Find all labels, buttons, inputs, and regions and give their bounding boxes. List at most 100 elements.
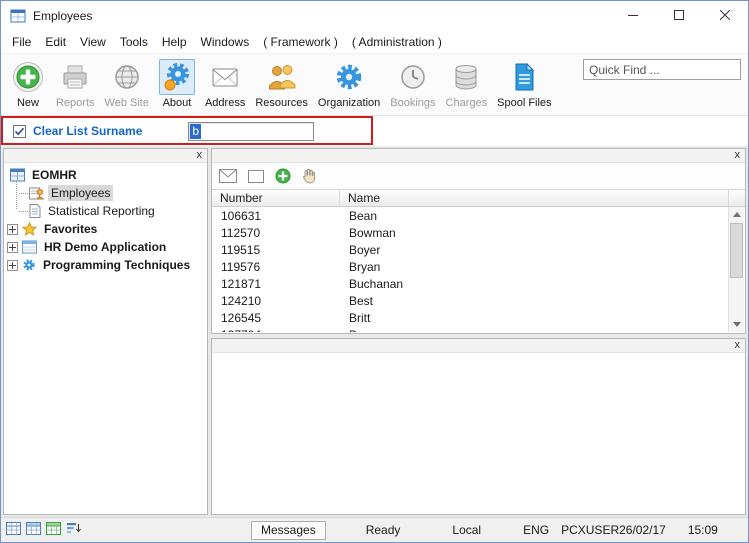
cell-number: 112570 [213,226,341,240]
cell-number: 124210 [213,294,341,308]
menu-item-edit[interactable]: Edit [38,31,73,53]
maximize-button[interactable] [656,1,702,31]
about-icon [159,59,195,95]
scroll-up-button[interactable] [729,207,744,222]
app-icon [10,8,26,24]
toolbar-button-resources[interactable]: Resources [250,59,313,109]
menu-item-framework[interactable]: ( Framework ) [256,31,345,53]
menu-item-windows[interactable]: Windows [194,31,257,53]
column-header-name[interactable]: Name [340,190,729,206]
list-panel-header: x [212,149,745,163]
minimize-button[interactable] [610,1,656,31]
toolbar-label: Bookings [390,97,435,109]
vertical-scrollbar[interactable] [728,207,744,332]
status-datetime: 26/02/17 15:09 [619,523,718,537]
tree-node-eomhr[interactable]: EOMHR [4,166,207,184]
toolbar-label: About [163,97,192,109]
tree-connector [19,211,28,212]
table-row[interactable]: 121871Buchanan [213,275,728,292]
list-header: Number Name [212,190,745,207]
toolbar-button-reports[interactable]: Reports [51,59,100,109]
table-row[interactable]: 119515Boyer [213,241,728,258]
tree-view: EOMHR Employees Statistical Reporting [4,163,207,274]
toolbar-label: Charges [446,97,488,109]
table-row[interactable]: 106631Bean [213,207,728,224]
column-header-number[interactable]: Number [212,190,340,206]
toolbar-button-organization[interactable]: Organization [313,59,385,109]
address-icon [207,59,243,95]
clear-list-checkbox[interactable] [13,125,26,138]
tree-node-programming-techniques[interactable]: Programming Techniques [4,256,207,274]
table-row[interactable]: 112570Bowman [213,224,728,241]
toolbar-button-about[interactable]: About [154,59,200,109]
table-row[interactable]: 127794Brown [213,326,728,332]
tree-node-label: Statistical Reporting [45,203,158,219]
cell-number: 121871 [213,277,341,291]
toolbar-button-new[interactable]: New [5,59,51,109]
email-icon[interactable] [219,169,237,183]
table-row[interactable]: 126545Britt [213,309,728,326]
tree-node-employees[interactable]: Employees [4,184,207,202]
arrow-up-icon [733,212,741,217]
toolbar-button-bookings[interactable]: Bookings [385,59,440,109]
tree-node-hr-demo-application[interactable]: HR Demo Application [4,238,207,256]
toolbar-label: Resources [255,97,308,109]
toolbar-button-address[interactable]: Address [200,59,250,109]
gear-icon [22,258,36,272]
add-record-icon[interactable] [275,168,291,184]
tree-node-label: Employees [48,185,113,201]
menu-item-administration[interactable]: ( Administration ) [345,31,449,53]
table-view-icon[interactable] [26,522,41,538]
cell-name: Best [341,294,373,308]
new-icon [10,59,46,95]
cell-name: Bean [341,209,377,223]
detail-panel: x [211,338,746,515]
surname-input[interactable]: b [188,122,314,141]
app-window: Employees File Edit View Tools Help Wind… [0,0,749,543]
tree-node-favorites[interactable]: Favorites [4,220,207,238]
sort-icon[interactable] [66,522,81,538]
bookings-icon [395,59,431,95]
list-body: 106631Bean 112570Bowman 119515Boyer 1195… [213,207,728,332]
cell-number: 106631 [213,209,341,223]
cell-name: Boyer [341,243,380,257]
menu-item-file[interactable]: File [5,31,38,53]
expand-plus-icon[interactable] [7,224,18,235]
main-area: x EOMHR Employees [1,146,748,517]
menu-item-tools[interactable]: Tools [113,31,155,53]
expand-plus-icon[interactable] [7,260,18,271]
tree-node-statistical-reporting[interactable]: Statistical Reporting [4,202,207,220]
toolbar-button-charges[interactable]: Charges [441,59,493,109]
table-row[interactable]: 124210Best [213,292,728,309]
quick-find-input[interactable] [583,59,741,80]
menu-item-view[interactable]: View [73,31,113,53]
menu-item-help[interactable]: Help [155,31,194,53]
employee-list-panel: x Number Name [211,148,746,334]
table-row[interactable]: 119576Bryan [213,258,728,275]
green-grid-icon[interactable] [46,522,61,538]
messages-button[interactable]: Messages [251,521,326,540]
scrollbar-thumb[interactable] [730,223,743,278]
titlebar: Employees [1,1,748,31]
cell-name: Britt [341,311,370,325]
status-location-text: Local [452,523,481,537]
hand-icon[interactable] [302,168,316,184]
grid-view-icon[interactable] [6,522,21,538]
status-time-text: 15:09 [688,523,718,537]
detail-panel-close-button[interactable]: x [735,338,741,352]
list-panel-close-button[interactable]: x [735,148,741,162]
scroll-down-button[interactable] [729,317,744,332]
toolbar-button-web-site[interactable]: Web Site [100,59,154,109]
close-button[interactable] [702,1,748,31]
cell-number: 127794 [213,328,341,333]
form-icon[interactable] [248,170,264,183]
filter-bar: Clear List Surname b [1,116,748,146]
toolbar-button-spool-files[interactable]: Spool Files [492,59,556,109]
navigation-panel-close-button[interactable]: x [197,148,203,162]
window-title: Employees [33,9,92,23]
close-icon [720,9,730,23]
toolbar-label: Spool Files [497,97,551,109]
expand-plus-icon[interactable] [7,242,18,253]
navigation-panel: x EOMHR Employees [3,148,208,515]
tree-node-label: Favorites [41,221,100,237]
